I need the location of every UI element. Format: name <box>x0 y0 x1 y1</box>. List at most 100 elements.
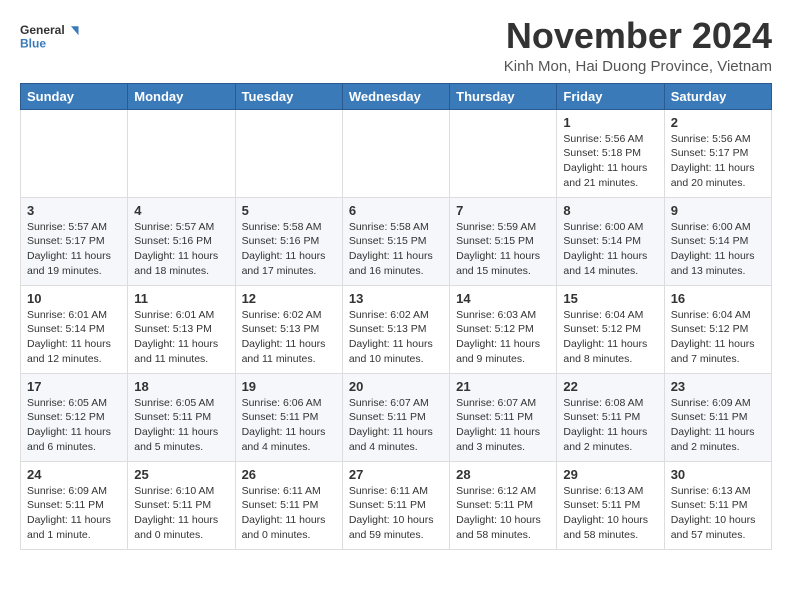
calendar-cell <box>450 109 557 197</box>
day-number: 20 <box>349 379 443 394</box>
calendar-cell: 14 Sunrise: 6:03 AM Sunset: 5:12 PM Dayli… <box>450 285 557 373</box>
calendar-week-4: 17 Sunrise: 6:05 AM Sunset: 5:12 PM Dayli… <box>21 373 772 461</box>
calendar-cell <box>128 109 235 197</box>
calendar-cell: 3 Sunrise: 5:57 AM Sunset: 5:17 PM Daylig… <box>21 197 128 285</box>
calendar-cell: 7 Sunrise: 5:59 AM Sunset: 5:15 PM Daylig… <box>450 197 557 285</box>
calendar-cell: 21 Sunrise: 6:07 AM Sunset: 5:11 PM Dayli… <box>450 373 557 461</box>
day-info: Sunrise: 6:13 AM Sunset: 5:11 PM Dayligh… <box>671 484 765 543</box>
day-number: 2 <box>671 115 765 130</box>
day-number: 30 <box>671 467 765 482</box>
day-info: Sunrise: 6:01 AM Sunset: 5:14 PM Dayligh… <box>27 308 121 367</box>
calendar-cell: 12 Sunrise: 6:02 AM Sunset: 5:13 PM Dayli… <box>235 285 342 373</box>
day-number: 6 <box>349 203 443 218</box>
calendar-cell: 11 Sunrise: 6:01 AM Sunset: 5:13 PM Dayli… <box>128 285 235 373</box>
calendar-cell: 25Sunrise: 6:10 AM Sunset: 5:11 PM Dayli… <box>128 461 235 549</box>
day-info: Sunrise: 5:57 AM Sunset: 5:16 PM Dayligh… <box>134 220 228 279</box>
header-sunday: Sunday <box>21 83 128 109</box>
calendar-cell: 1Sunrise: 5:56 AM Sunset: 5:18 PM Daylig… <box>557 109 664 197</box>
calendar-cell <box>21 109 128 197</box>
day-info: Sunrise: 5:58 AM Sunset: 5:15 PM Dayligh… <box>349 220 443 279</box>
day-info: Sunrise: 6:03 AM Sunset: 5:12 PM Dayligh… <box>456 308 550 367</box>
day-info: Sunrise: 6:02 AM Sunset: 5:13 PM Dayligh… <box>242 308 336 367</box>
svg-text:General: General <box>20 23 65 37</box>
day-info: Sunrise: 6:08 AM Sunset: 5:11 PM Dayligh… <box>563 396 657 455</box>
day-number: 24 <box>27 467 121 482</box>
day-number: 11 <box>134 291 228 306</box>
day-info: Sunrise: 5:56 AM Sunset: 5:17 PM Dayligh… <box>671 132 765 191</box>
day-info: Sunrise: 6:07 AM Sunset: 5:11 PM Dayligh… <box>456 396 550 455</box>
header-saturday: Saturday <box>664 83 771 109</box>
day-info: Sunrise: 6:05 AM Sunset: 5:12 PM Dayligh… <box>27 396 121 455</box>
calendar-cell: 2 Sunrise: 5:56 AM Sunset: 5:17 PM Daylig… <box>664 109 771 197</box>
page-header: General Blue November 2024 Kinh Mon, Hai… <box>20 16 772 75</box>
day-number: 1 <box>563 115 657 130</box>
calendar-cell: 24 Sunrise: 6:09 AM Sunset: 5:11 PM Dayli… <box>21 461 128 549</box>
day-number: 29 <box>563 467 657 482</box>
location-subtitle: Kinh Mon, Hai Duong Province, Vietnam <box>504 58 772 75</box>
month-title: November 2024 <box>504 16 772 56</box>
day-info: Sunrise: 6:02 AM Sunset: 5:13 PM Dayligh… <box>349 308 443 367</box>
calendar-cell: 8 Sunrise: 6:00 AM Sunset: 5:14 PM Daylig… <box>557 197 664 285</box>
calendar-cell: 20 Sunrise: 6:07 AM Sunset: 5:11 PM Dayli… <box>342 373 449 461</box>
day-info: Sunrise: 6:06 AM Sunset: 5:11 PM Dayligh… <box>242 396 336 455</box>
svg-text:Blue: Blue <box>20 36 46 50</box>
calendar-week-5: 24 Sunrise: 6:09 AM Sunset: 5:11 PM Dayli… <box>21 461 772 549</box>
day-info: Sunrise: 6:00 AM Sunset: 5:14 PM Dayligh… <box>563 220 657 279</box>
day-info: Sunrise: 6:00 AM Sunset: 5:14 PM Dayligh… <box>671 220 765 279</box>
header-monday: Monday <box>128 83 235 109</box>
day-number: 15 <box>563 291 657 306</box>
calendar-cell: 15 Sunrise: 6:04 AM Sunset: 5:12 PM Dayli… <box>557 285 664 373</box>
day-number: 9 <box>671 203 765 218</box>
calendar-cell: 13 Sunrise: 6:02 AM Sunset: 5:13 PM Dayli… <box>342 285 449 373</box>
day-number: 18 <box>134 379 228 394</box>
day-number: 26 <box>242 467 336 482</box>
calendar-cell: 26 Sunrise: 6:11 AM Sunset: 5:11 PM Dayli… <box>235 461 342 549</box>
header-wednesday: Wednesday <box>342 83 449 109</box>
day-info: Sunrise: 6:09 AM Sunset: 5:11 PM Dayligh… <box>671 396 765 455</box>
day-number: 14 <box>456 291 550 306</box>
calendar-cell: 19 Sunrise: 6:06 AM Sunset: 5:11 PM Dayli… <box>235 373 342 461</box>
day-info: Sunrise: 6:09 AM Sunset: 5:11 PM Dayligh… <box>27 484 121 543</box>
day-number: 7 <box>456 203 550 218</box>
day-info: Sunrise: 6:07 AM Sunset: 5:11 PM Dayligh… <box>349 396 443 455</box>
calendar-cell: 23Sunrise: 6:09 AM Sunset: 5:11 PM Dayli… <box>664 373 771 461</box>
day-number: 4 <box>134 203 228 218</box>
day-number: 16 <box>671 291 765 306</box>
day-info: Sunrise: 6:11 AM Sunset: 5:11 PM Dayligh… <box>242 484 336 543</box>
day-info: Sunrise: 6:04 AM Sunset: 5:12 PM Dayligh… <box>671 308 765 367</box>
day-number: 28 <box>456 467 550 482</box>
day-number: 5 <box>242 203 336 218</box>
calendar-cell: 28 Sunrise: 6:12 AM Sunset: 5:11 PM Dayli… <box>450 461 557 549</box>
day-info: Sunrise: 6:01 AM Sunset: 5:13 PM Dayligh… <box>134 308 228 367</box>
calendar-cell: 29Sunrise: 6:13 AM Sunset: 5:11 PM Dayli… <box>557 461 664 549</box>
calendar-week-2: 3 Sunrise: 5:57 AM Sunset: 5:17 PM Daylig… <box>21 197 772 285</box>
calendar-cell: 18Sunrise: 6:05 AM Sunset: 5:11 PM Dayli… <box>128 373 235 461</box>
calendar-table: SundayMondayTuesdayWednesdayThursdayFrid… <box>20 83 772 550</box>
calendar-cell: 10 Sunrise: 6:01 AM Sunset: 5:14 PM Dayli… <box>21 285 128 373</box>
day-info: Sunrise: 6:11 AM Sunset: 5:11 PM Dayligh… <box>349 484 443 543</box>
day-number: 8 <box>563 203 657 218</box>
day-info: Sunrise: 6:12 AM Sunset: 5:11 PM Dayligh… <box>456 484 550 543</box>
day-info: Sunrise: 6:04 AM Sunset: 5:12 PM Dayligh… <box>563 308 657 367</box>
calendar-cell: 4 Sunrise: 5:57 AM Sunset: 5:16 PM Daylig… <box>128 197 235 285</box>
day-number: 22 <box>563 379 657 394</box>
calendar-cell <box>235 109 342 197</box>
day-number: 27 <box>349 467 443 482</box>
calendar-cell: 9 Sunrise: 6:00 AM Sunset: 5:14 PM Daylig… <box>664 197 771 285</box>
day-number: 3 <box>27 203 121 218</box>
day-number: 10 <box>27 291 121 306</box>
day-info: Sunrise: 5:57 AM Sunset: 5:17 PM Dayligh… <box>27 220 121 279</box>
calendar-week-1: 1Sunrise: 5:56 AM Sunset: 5:18 PM Daylig… <box>21 109 772 197</box>
day-number: 17 <box>27 379 121 394</box>
header-friday: Friday <box>557 83 664 109</box>
day-number: 12 <box>242 291 336 306</box>
day-number: 19 <box>242 379 336 394</box>
logo: General Blue <box>20 16 80 56</box>
day-number: 13 <box>349 291 443 306</box>
day-info: Sunrise: 5:59 AM Sunset: 5:15 PM Dayligh… <box>456 220 550 279</box>
day-info: Sunrise: 5:58 AM Sunset: 5:16 PM Dayligh… <box>242 220 336 279</box>
day-number: 21 <box>456 379 550 394</box>
calendar-cell: 17 Sunrise: 6:05 AM Sunset: 5:12 PM Dayli… <box>21 373 128 461</box>
day-info: Sunrise: 6:10 AM Sunset: 5:11 PM Dayligh… <box>134 484 228 543</box>
calendar-cell <box>342 109 449 197</box>
